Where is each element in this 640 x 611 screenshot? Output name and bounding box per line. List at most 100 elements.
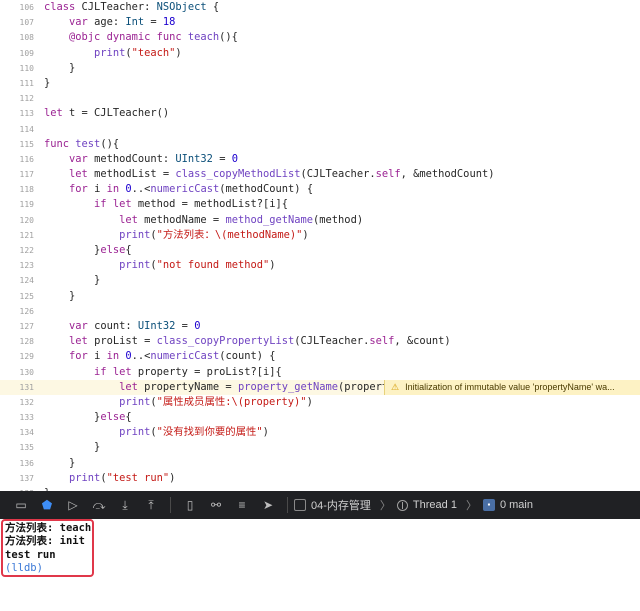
code-token: CJLTeacher:: [81, 1, 157, 13]
code-line[interactable]: 132 print("属性成员属性:\(property)"): [0, 395, 640, 410]
breadcrumb-thread[interactable]: Thread 1 〉: [396, 497, 477, 513]
code-line[interactable]: 111}: [0, 76, 640, 91]
code-token: methodCount:: [94, 152, 176, 165]
code-token: proList =: [94, 335, 157, 348]
code-line[interactable]: 113 let t = CJLTeacher(): [0, 106, 640, 121]
line-number: 133: [19, 413, 34, 423]
code-line[interactable]: 118 for i in 0..<numericCast(methodCount…: [0, 182, 640, 197]
breadcrumb-target-label: 04-内存管理: [311, 500, 371, 512]
step-out-icon[interactable]: ⤒: [138, 491, 164, 519]
code-text: if let method = methodList?[i]{: [44, 197, 288, 212]
code-line[interactable]: 120 let methodName = method_getName(meth…: [0, 213, 640, 228]
code-line[interactable]: 121 print("方法列表：\(methodName)"): [0, 228, 640, 243]
code-line[interactable]: 115 func test(){: [0, 137, 640, 152]
code-token: print: [69, 471, 101, 484]
view-hierarchy-icon[interactable]: ▯: [177, 491, 203, 519]
environment-overrides-icon[interactable]: ≡: [229, 491, 255, 519]
code-token: method_getName: [225, 213, 314, 226]
code-line[interactable]: 110 }: [0, 61, 640, 76]
debug-toolbar: ▭ ⬟ ▷ ⤼ ⤓ ⤒ ▯ ⚯ ≡ ➤ 04-内存管理 〉 Thread 1 〉…: [0, 491, 640, 519]
code-line[interactable]: 135 }: [0, 440, 640, 455]
line-number: 110: [19, 63, 34, 73]
breadcrumb-target[interactable]: 04-内存管理 〉: [294, 497, 391, 513]
code-line[interactable]: 119 if let method = methodList?[i]{: [0, 197, 640, 212]
code-line[interactable]: 107 var age: Int = 18: [0, 15, 640, 30]
code-text: }: [44, 273, 100, 288]
simulate-location-icon[interactable]: ➤: [255, 491, 281, 519]
code-line[interactable]: 129 for i in 0..<numericCast(count) {: [0, 349, 640, 364]
code-token: }: [44, 411, 101, 424]
code-token: if let: [94, 365, 138, 378]
breadcrumb-frame[interactable]: ▪ 0 main: [482, 499, 533, 511]
code-token: ..<: [131, 183, 151, 196]
step-over-icon[interactable]: ⤼: [86, 491, 112, 519]
code-token: let: [44, 107, 70, 120]
code-token: }: [44, 274, 101, 287]
toolbar-divider: [287, 497, 288, 513]
hide-debug-area-icon[interactable]: ▭: [8, 491, 34, 519]
code-token: }: [44, 441, 101, 454]
code-token: }: [44, 244, 101, 256]
breadcrumb-thread-label: Thread 1: [412, 499, 457, 511]
code-token: UInt32: [175, 152, 213, 165]
code-token: property_getName: [237, 380, 339, 393]
continue-icon[interactable]: ▷: [60, 491, 86, 519]
code-text: var age: Int = 18: [44, 15, 175, 30]
code-line[interactable]: 128 let proList = class_copyPropertyList…: [0, 334, 640, 349]
code-line[interactable]: 125 }: [0, 289, 640, 304]
code-token: self: [369, 335, 395, 348]
code-token: for: [69, 183, 95, 196]
line-number: 116: [19, 154, 34, 164]
step-into-icon[interactable]: ⤓: [112, 491, 138, 519]
code-token: propertyName =: [144, 380, 238, 393]
code-line[interactable]: 137 print("test run"): [0, 471, 640, 486]
code-editor[interactable]: 106 class CJLTeacher: NSObject {107 var a…: [0, 0, 640, 491]
code-token: else: [100, 244, 126, 256]
code-line[interactable]: 123 print("not found method"): [0, 258, 640, 273]
code-line[interactable]: 134 print("没有找到你要的属性"): [0, 425, 640, 440]
code-line[interactable]: 130 if let property = proList?[i]{: [0, 365, 640, 380]
lldb-prompt[interactable]: (lldb): [5, 562, 92, 575]
code-line[interactable]: 108 @objc dynamic func teach(){: [0, 30, 640, 45]
code-token: "teach": [131, 46, 176, 59]
code-token: 18: [162, 16, 176, 29]
code-line[interactable]: 127 var count: UInt32 = 0: [0, 319, 640, 334]
line-number: 121: [19, 230, 34, 240]
code-token: ..<: [131, 350, 151, 363]
inline-warning[interactable]: ⚠ Initialization of immutable value 'prop…: [384, 379, 640, 395]
code-token: print: [119, 395, 151, 408]
breakpoints-toggle-icon[interactable]: ⬟: [34, 491, 60, 519]
code-text: var count: UInt32 = 0: [44, 319, 200, 334]
code-token: }: [44, 76, 51, 89]
code-line[interactable]: 117 let methodList = class_copyMethodLis…: [0, 167, 640, 182]
code-token: "属性成员属性:\(property)": [156, 395, 307, 408]
code-line[interactable]: 136 }: [0, 456, 640, 471]
code-token: teach: [187, 31, 220, 44]
memory-graph-icon[interactable]: ⚯: [203, 491, 229, 519]
code-token: Int: [125, 16, 145, 29]
code-line[interactable]: 106 class CJLTeacher: NSObject {: [0, 0, 640, 15]
code-line[interactable]: 126: [0, 304, 640, 319]
line-number: 118: [19, 185, 34, 195]
code-line[interactable]: 131 let propertyName = property_getName(…: [0, 379, 640, 395]
code-line[interactable]: 116 var methodCount: UInt32 = 0: [0, 152, 640, 167]
code-token: }: [44, 289, 76, 302]
code-line[interactable]: 122 }else{: [0, 243, 640, 258]
code-token: (CJLTeacher.: [300, 168, 376, 181]
code-text: if let property = proList?[i]{: [44, 365, 282, 380]
code-line[interactable]: 112: [0, 91, 640, 106]
code-line[interactable]: 109 print("teach"): [0, 46, 640, 61]
code-token: print: [119, 426, 151, 439]
code-line[interactable]: 114: [0, 122, 640, 137]
code-line[interactable]: 124 }: [0, 273, 640, 288]
console-output-area[interactable]: 方法列表: teach 方法列表: init test run (lldb): [0, 519, 640, 611]
code-line[interactable]: 133 }else{: [0, 410, 640, 425]
code-text: let propertyName = property_getName(prop…: [44, 380, 401, 395]
line-number: 128: [19, 337, 34, 347]
code-text: }: [44, 456, 75, 471]
